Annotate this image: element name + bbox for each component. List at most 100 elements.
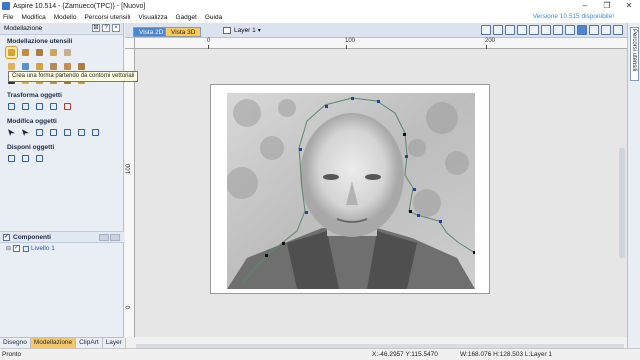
node-edit-icon[interactable] (20, 127, 31, 138)
vertical-scrollbar[interactable] (619, 148, 625, 258)
status-bar: Pronto X:-46.2957 Y:115.5470 W:168.076 H… (0, 348, 640, 360)
cursor-coordinates: X:-46.2957 Y:115.5470 (372, 351, 438, 358)
rotate-icon[interactable] (34, 101, 45, 112)
align-icon[interactable] (6, 153, 17, 164)
tool-tooltip: Crea una forma partendo da contorni vett… (8, 71, 139, 82)
panel-title: Modellazione (4, 25, 43, 32)
group-icon[interactable] (48, 127, 59, 138)
section-disponi-oggetti: Disponi oggetti (7, 144, 55, 151)
grid-icon[interactable] (541, 25, 551, 35)
tab-vista-2d[interactable]: Vista 2D (133, 27, 170, 37)
layer-selector[interactable]: Layer 1 ▾ (223, 27, 261, 34)
minimize-button[interactable]: – (574, 0, 596, 12)
ruler-corner (125, 38, 135, 49)
tab-modellazione[interactable]: Modellazione (30, 338, 77, 348)
move-icon[interactable] (6, 101, 17, 112)
menu-bar: File Modifica Modello Percorsi utensili … (0, 12, 640, 23)
ruler-x-label-200: 200 (485, 38, 496, 44)
menu-modello[interactable]: Modello (54, 14, 77, 21)
scale-icon[interactable] (20, 101, 31, 112)
components-panel: Componenti ⊟ Livello 1 (0, 231, 124, 331)
menu-percorsi-utensili[interactable]: Percorsi utensili (84, 14, 130, 21)
selection-size: W:168.076 H:128.503 L:Layer 1 (460, 351, 553, 358)
title-bar: Aspire 10.514 - {Zamueco(TPC)} - [Nuovo]… (0, 0, 640, 12)
snap-icon[interactable] (553, 25, 563, 35)
center-icon[interactable] (62, 101, 73, 112)
ruler-y-label-100: 100 (126, 163, 132, 174)
components-expand-button[interactable] (110, 234, 120, 241)
prism-tool-icon[interactable] (48, 47, 59, 58)
version-notice-link[interactable]: Versione 10.515 disponibile! (533, 13, 614, 20)
view-tab-bar: Vista 2D Vista 3D Layer 1 ▾ (125, 23, 627, 38)
section-modellazione-utensili: Modellazione utensili (7, 38, 73, 45)
transform-tools (0, 101, 123, 113)
help-button[interactable]: ? (102, 24, 110, 32)
components-options-button[interactable] (99, 234, 109, 241)
select-arrow-icon[interactable] (6, 127, 17, 138)
layer-view-icon[interactable] (589, 25, 599, 35)
zoom-in-icon[interactable] (505, 25, 515, 35)
view-toolbar (481, 25, 623, 35)
layer-visibility-checkbox[interactable] (13, 244, 21, 252)
tab-vista-3d[interactable]: Vista 3D (165, 27, 202, 37)
tool-row-1 (0, 46, 123, 59)
weld-icon[interactable] (76, 127, 87, 138)
tab-clipart[interactable]: ClipArt (76, 338, 103, 348)
menu-guida[interactable]: Guida (205, 14, 222, 21)
array-icon[interactable] (34, 153, 45, 164)
zoom-out-icon[interactable] (517, 25, 527, 35)
ruler-x-label-0: 0 (207, 38, 211, 44)
zoom-fit-icon[interactable] (481, 25, 491, 35)
zoom-box-icon[interactable] (493, 25, 503, 35)
color-toggle-icon[interactable] (601, 25, 611, 35)
left-panel-tabs: Disegno Modellazione ClipArt Layer (0, 337, 126, 348)
status-text: Pronto (2, 351, 22, 358)
menu-visualizza[interactable]: Visualizza (138, 14, 167, 21)
hatch-icon[interactable] (90, 127, 101, 138)
expand-icon[interactable]: ⊟ (6, 245, 11, 252)
show-bitmap-icon[interactable] (577, 25, 587, 35)
menu-modifica[interactable]: Modifica (21, 14, 45, 21)
close-button[interactable]: ✕ (618, 0, 640, 12)
edit-tools (0, 127, 123, 139)
distribute-icon[interactable] (20, 153, 31, 164)
menu-file[interactable]: File (3, 14, 13, 21)
texture-area-icon[interactable] (62, 47, 73, 58)
two-rail-sweep-icon[interactable] (34, 47, 45, 58)
material-sheet (210, 84, 490, 294)
layer-name: Livello 1 (31, 245, 55, 252)
pan-icon[interactable] (529, 25, 539, 35)
rulers-icon[interactable] (565, 25, 575, 35)
bitmap-image (227, 93, 475, 289)
vertical-ruler: 100 0 (125, 49, 135, 337)
chevron-down-icon[interactable]: ▾ (258, 27, 261, 34)
panel-close-button[interactable]: × (112, 24, 120, 32)
view-settings-icon[interactable] (613, 25, 623, 35)
create-shape-tool-icon[interactable] (5, 46, 18, 59)
panel-header: Modellazione ⊞ ? × (0, 23, 123, 35)
drawing-canvas[interactable]: 0 100 200 100 0 (125, 38, 627, 337)
ruler-x-label-100: 100 (345, 38, 356, 44)
components-toggle-checkbox[interactable] (3, 233, 10, 241)
restore-button[interactable]: ❐ (596, 0, 618, 12)
tab-layer[interactable]: Layer (103, 338, 126, 348)
layer-color-swatch (223, 27, 231, 34)
tab-disegno[interactable]: Disegno (0, 338, 31, 348)
section-modifica-oggetti: Modifica oggetti (7, 118, 57, 125)
layer-selector-value: Layer 1 (234, 27, 256, 34)
toolpath-side-panel: Percorsi utensili (627, 23, 640, 348)
ruler-y-label-0: 0 (126, 305, 132, 309)
ungroup-icon[interactable] (62, 127, 73, 138)
components-header: Componenti (0, 231, 124, 243)
horizontal-ruler: 0 100 200 (135, 38, 627, 49)
mirror-object-icon[interactable] (48, 101, 59, 112)
extrude-tool-icon[interactable] (20, 47, 31, 58)
toolpath-panel-label: Percorsi utensili (631, 29, 637, 72)
menu-gadget[interactable]: Gadget (176, 14, 197, 21)
layer-icon (23, 245, 30, 252)
layer-tree-item[interactable]: ⊟ Livello 1 (0, 243, 124, 254)
pin-button[interactable]: ⊞ (92, 24, 100, 32)
portrait-bitmap (227, 93, 475, 289)
section-trasforma-oggetti: Trasforma oggetti (7, 92, 62, 99)
interactive-select-icon[interactable] (34, 127, 45, 138)
